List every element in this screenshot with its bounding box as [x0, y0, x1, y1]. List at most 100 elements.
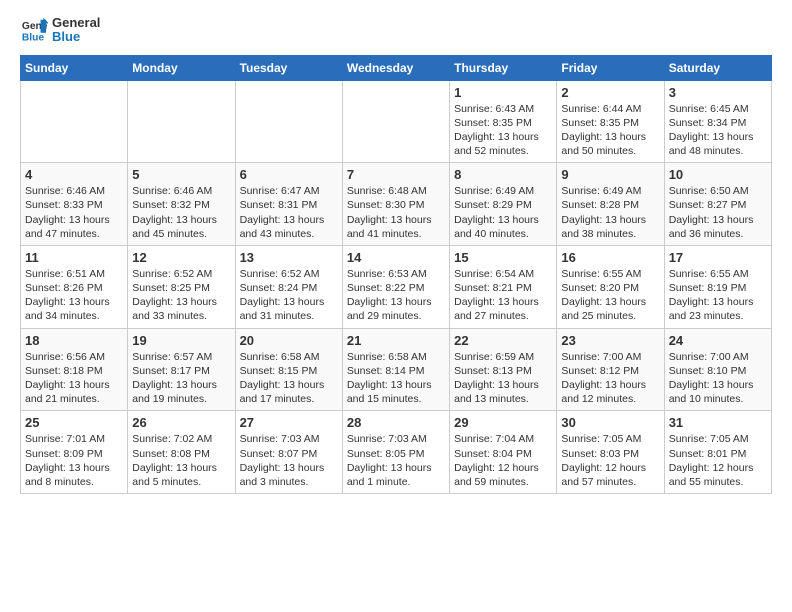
day-info: Sunrise: 7:00 AM Sunset: 8:10 PM Dayligh…	[669, 350, 767, 407]
day-number: 10	[669, 167, 767, 182]
day-info: Sunrise: 6:53 AM Sunset: 8:22 PM Dayligh…	[347, 267, 445, 324]
calendar-cell: 26 Sunrise: 7:02 AM Sunset: 8:08 PM Dayli…	[128, 411, 235, 494]
day-info: Sunrise: 6:46 AM Sunset: 8:32 PM Dayligh…	[132, 184, 230, 241]
day-number: 16	[561, 250, 659, 265]
day-number: 26	[132, 415, 230, 430]
calendar-week-1: 1 Sunrise: 6:43 AM Sunset: 8:35 PM Daylig…	[21, 80, 772, 163]
calendar-header-row: SundayMondayTuesdayWednesdayThursdayFrid…	[21, 55, 772, 80]
calendar-cell: 23 Sunrise: 7:00 AM Sunset: 8:12 PM Dayli…	[557, 328, 664, 411]
day-info: Sunrise: 6:51 AM Sunset: 8:26 PM Dayligh…	[25, 267, 123, 324]
day-number: 7	[347, 167, 445, 182]
col-header-monday: Monday	[128, 55, 235, 80]
calendar-cell: 25Sunrise: 7:01 AM Sunset: 8:09 PM Dayli…	[21, 411, 128, 494]
day-number: 14	[347, 250, 445, 265]
day-info: Sunrise: 6:58 AM Sunset: 8:15 PM Dayligh…	[240, 350, 338, 407]
logo: General Blue General Blue	[20, 16, 100, 45]
col-header-sunday: Sunday	[21, 55, 128, 80]
calendar-week-5: 25Sunrise: 7:01 AM Sunset: 8:09 PM Dayli…	[21, 411, 772, 494]
day-info: Sunrise: 6:45 AM Sunset: 8:34 PM Dayligh…	[669, 102, 767, 159]
calendar-cell	[21, 80, 128, 163]
day-number: 31	[669, 415, 767, 430]
day-number: 23	[561, 333, 659, 348]
calendar-cell: 29 Sunrise: 7:04 AM Sunset: 8:04 PM Dayli…	[450, 411, 557, 494]
day-number: 4	[25, 167, 123, 182]
calendar-cell: 22 Sunrise: 6:59 AM Sunset: 8:13 PM Dayli…	[450, 328, 557, 411]
day-info: Sunrise: 6:55 AM Sunset: 8:20 PM Dayligh…	[561, 267, 659, 324]
col-header-wednesday: Wednesday	[342, 55, 449, 80]
calendar-cell: 27 Sunrise: 7:03 AM Sunset: 8:07 PM Dayli…	[235, 411, 342, 494]
calendar-cell: 4 Sunrise: 6:46 AM Sunset: 8:33 PM Daylig…	[21, 163, 128, 246]
day-info: Sunrise: 7:01 AM Sunset: 8:09 PM Dayligh…	[25, 432, 123, 489]
day-info: Sunrise: 7:02 AM Sunset: 8:08 PM Dayligh…	[132, 432, 230, 489]
calendar-cell	[342, 80, 449, 163]
day-number: 1	[454, 85, 552, 100]
calendar-week-3: 11 Sunrise: 6:51 AM Sunset: 8:26 PM Dayli…	[21, 245, 772, 328]
calendar-cell	[235, 80, 342, 163]
day-number: 3	[669, 85, 767, 100]
page: General Blue General Blue SundayMondayTu…	[0, 0, 792, 504]
day-number: 24	[669, 333, 767, 348]
day-number: 22	[454, 333, 552, 348]
day-info: Sunrise: 6:49 AM Sunset: 8:29 PM Dayligh…	[454, 184, 552, 241]
day-info: Sunrise: 6:48 AM Sunset: 8:30 PM Dayligh…	[347, 184, 445, 241]
calendar-cell: 19 Sunrise: 6:57 AM Sunset: 8:17 PM Dayli…	[128, 328, 235, 411]
col-header-thursday: Thursday	[450, 55, 557, 80]
day-info: Sunrise: 6:50 AM Sunset: 8:27 PM Dayligh…	[669, 184, 767, 241]
day-info: Sunrise: 7:03 AM Sunset: 8:05 PM Dayligh…	[347, 432, 445, 489]
day-info: Sunrise: 6:47 AM Sunset: 8:31 PM Dayligh…	[240, 184, 338, 241]
day-number: 2	[561, 85, 659, 100]
calendar-cell: 16 Sunrise: 6:55 AM Sunset: 8:20 PM Dayli…	[557, 245, 664, 328]
day-info: Sunrise: 7:04 AM Sunset: 8:04 PM Dayligh…	[454, 432, 552, 489]
day-number: 11	[25, 250, 123, 265]
day-info: Sunrise: 7:03 AM Sunset: 8:07 PM Dayligh…	[240, 432, 338, 489]
svg-text:Blue: Blue	[22, 33, 45, 44]
day-number: 19	[132, 333, 230, 348]
day-number: 18	[25, 333, 123, 348]
calendar-cell: 2Sunrise: 6:44 AM Sunset: 8:35 PM Daylig…	[557, 80, 664, 163]
day-number: 29	[454, 415, 552, 430]
day-info: Sunrise: 6:52 AM Sunset: 8:24 PM Dayligh…	[240, 267, 338, 324]
calendar-week-2: 4 Sunrise: 6:46 AM Sunset: 8:33 PM Daylig…	[21, 163, 772, 246]
day-info: Sunrise: 6:57 AM Sunset: 8:17 PM Dayligh…	[132, 350, 230, 407]
day-number: 17	[669, 250, 767, 265]
calendar-cell: 12 Sunrise: 6:52 AM Sunset: 8:25 PM Dayli…	[128, 245, 235, 328]
day-number: 30	[561, 415, 659, 430]
day-number: 12	[132, 250, 230, 265]
calendar-table: SundayMondayTuesdayWednesdayThursdayFrid…	[20, 55, 772, 494]
day-info: Sunrise: 6:43 AM Sunset: 8:35 PM Dayligh…	[454, 102, 552, 159]
day-info: Sunrise: 6:54 AM Sunset: 8:21 PM Dayligh…	[454, 267, 552, 324]
calendar-cell	[128, 80, 235, 163]
calendar-cell: 8 Sunrise: 6:49 AM Sunset: 8:29 PM Daylig…	[450, 163, 557, 246]
calendar-cell: 9Sunrise: 6:49 AM Sunset: 8:28 PM Daylig…	[557, 163, 664, 246]
day-number: 13	[240, 250, 338, 265]
day-number: 8	[454, 167, 552, 182]
day-number: 27	[240, 415, 338, 430]
day-info: Sunrise: 6:58 AM Sunset: 8:14 PM Dayligh…	[347, 350, 445, 407]
day-number: 20	[240, 333, 338, 348]
calendar-cell: 10 Sunrise: 6:50 AM Sunset: 8:27 PM Dayli…	[664, 163, 771, 246]
calendar-cell: 11 Sunrise: 6:51 AM Sunset: 8:26 PM Dayli…	[21, 245, 128, 328]
header: General Blue General Blue	[20, 16, 772, 45]
day-number: 15	[454, 250, 552, 265]
day-info: Sunrise: 6:46 AM Sunset: 8:33 PM Dayligh…	[25, 184, 123, 241]
calendar-cell: 5 Sunrise: 6:46 AM Sunset: 8:32 PM Daylig…	[128, 163, 235, 246]
calendar-cell: 1 Sunrise: 6:43 AM Sunset: 8:35 PM Daylig…	[450, 80, 557, 163]
logo-icon: General Blue	[20, 16, 48, 44]
day-info: Sunrise: 6:56 AM Sunset: 8:18 PM Dayligh…	[25, 350, 123, 407]
day-info: Sunrise: 7:05 AM Sunset: 8:03 PM Dayligh…	[561, 432, 659, 489]
logo-wordmark: General Blue	[52, 16, 100, 45]
day-number: 6	[240, 167, 338, 182]
day-number: 5	[132, 167, 230, 182]
calendar-cell: 15 Sunrise: 6:54 AM Sunset: 8:21 PM Dayli…	[450, 245, 557, 328]
calendar-cell: 14 Sunrise: 6:53 AM Sunset: 8:22 PM Dayli…	[342, 245, 449, 328]
day-info: Sunrise: 6:52 AM Sunset: 8:25 PM Dayligh…	[132, 267, 230, 324]
col-header-friday: Friday	[557, 55, 664, 80]
calendar-cell: 6 Sunrise: 6:47 AM Sunset: 8:31 PM Daylig…	[235, 163, 342, 246]
calendar-cell: 21 Sunrise: 6:58 AM Sunset: 8:14 PM Dayli…	[342, 328, 449, 411]
day-info: Sunrise: 6:59 AM Sunset: 8:13 PM Dayligh…	[454, 350, 552, 407]
calendar-cell: 3 Sunrise: 6:45 AM Sunset: 8:34 PM Daylig…	[664, 80, 771, 163]
day-number: 21	[347, 333, 445, 348]
calendar-cell: 20 Sunrise: 6:58 AM Sunset: 8:15 PM Dayli…	[235, 328, 342, 411]
day-info: Sunrise: 7:00 AM Sunset: 8:12 PM Dayligh…	[561, 350, 659, 407]
col-header-tuesday: Tuesday	[235, 55, 342, 80]
